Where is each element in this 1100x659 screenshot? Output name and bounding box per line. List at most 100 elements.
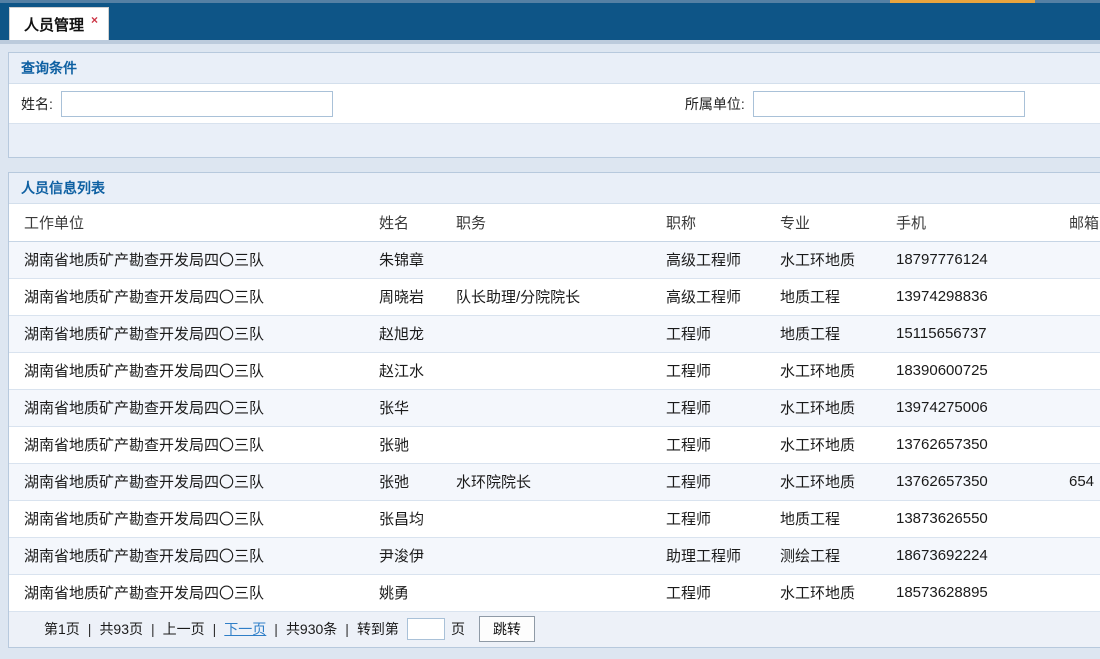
- table-cell: 姚勇: [379, 574, 456, 611]
- table-cell: 18573628895: [896, 574, 1069, 611]
- total-pages-label: 共93页: [99, 619, 143, 639]
- orange-accent-strip: [890, 0, 1035, 3]
- table-cell: 水环院院长: [456, 463, 666, 500]
- column-header: 工作单位: [9, 204, 379, 241]
- table-cell: [456, 574, 666, 611]
- table-cell: 高级工程师: [666, 278, 780, 315]
- table-cell: 水工环地质: [780, 352, 896, 389]
- table-row[interactable]: 湖南省地质矿产勘查开发局四〇三队赵旭龙 工程师地质工程15115656737: [9, 315, 1100, 352]
- tab-personnel-management[interactable]: 人员管理 ×: [9, 7, 109, 40]
- table-cell: [456, 352, 666, 389]
- table-cell: 周晓岩: [379, 278, 456, 315]
- unit-field-label: 所属单位:: [685, 94, 745, 114]
- table-cell: 赵江水: [379, 352, 456, 389]
- table-cell: 水工环地质: [780, 241, 896, 278]
- table-row[interactable]: 湖南省地质矿产勘查开发局四〇三队尹浚伊 助理工程师测绘工程18673692224: [9, 537, 1100, 574]
- table-cell: 水工环地质: [780, 463, 896, 500]
- table-cell: 湖南省地质矿产勘查开发局四〇三队: [9, 389, 379, 426]
- table-cell: 13974298836: [896, 278, 1069, 315]
- table-cell: 工程师: [666, 426, 780, 463]
- query-panel-header: 查询条件: [9, 53, 1100, 84]
- table-cell: 湖南省地质矿产勘查开发局四〇三队: [9, 352, 379, 389]
- table-row[interactable]: 湖南省地质矿产勘查开发局四〇三队姚勇 工程师水工环地质18573628895: [9, 574, 1100, 611]
- table-cell: 18673692224: [896, 537, 1069, 574]
- query-fields-row: 姓名: 所属单位:: [9, 84, 1100, 124]
- separator: |: [151, 621, 155, 637]
- table-cell: 湖南省地质矿产勘查开发局四〇三队: [9, 537, 379, 574]
- table-cell: 水工环地质: [780, 389, 896, 426]
- table-cell: [456, 315, 666, 352]
- column-header: 手机: [896, 204, 1069, 241]
- table-cell: 水工环地质: [780, 426, 896, 463]
- table-cell: 测绘工程: [780, 537, 896, 574]
- table-cell: 队长助理/分院院长: [456, 278, 666, 315]
- table-cell: 水工环地质: [780, 574, 896, 611]
- panel-spacer: [8, 158, 1100, 172]
- table-row[interactable]: 湖南省地质矿产勘查开发局四〇三队周晓岩队长助理/分院院长高级工程师地质工程139…: [9, 278, 1100, 315]
- table-cell: [456, 537, 666, 574]
- table-cell: 尹浚伊: [379, 537, 456, 574]
- table-cell: [456, 389, 666, 426]
- prev-page-button[interactable]: 上一页: [163, 619, 205, 639]
- table-cell: 13762657350: [896, 426, 1069, 463]
- goto-prefix-label: 转到第: [357, 619, 399, 639]
- table-cell: 13974275006: [896, 389, 1069, 426]
- column-header: 专业: [780, 204, 896, 241]
- personnel-table: 工作单位姓名职务职称专业手机邮箱 湖南省地质矿产勘查开发局四〇三队朱锦章高级工程…: [9, 204, 1100, 612]
- next-page-link[interactable]: 下一页: [224, 619, 266, 639]
- table-cell: 地质工程: [780, 278, 896, 315]
- table-cell: [1069, 278, 1100, 315]
- table-row[interactable]: 湖南省地质矿产勘查开发局四〇三队张弛水环院院长工程师水工环地质137626573…: [9, 463, 1100, 500]
- table-cell: 湖南省地质矿产勘查开发局四〇三队: [9, 241, 379, 278]
- table-cell: 工程师: [666, 315, 780, 352]
- pagination-bar: 第1页 | 共93页 | 上一页 | 下一页 | 共930条 | 转到第 页 跳…: [9, 612, 1100, 647]
- name-field-label: 姓名:: [21, 94, 53, 114]
- table-cell: 张弛: [379, 463, 456, 500]
- table-cell: 湖南省地质矿产勘查开发局四〇三队: [9, 574, 379, 611]
- table-row[interactable]: 湖南省地质矿产勘查开发局四〇三队张华工程师水工环地质13974275006: [9, 389, 1100, 426]
- table-cell: 赵旭龙: [379, 315, 456, 352]
- table-cell: 工程师: [666, 389, 780, 426]
- separator: |: [274, 621, 278, 637]
- table-cell: [1069, 500, 1100, 537]
- table-cell: [1069, 241, 1100, 278]
- table-cell: 工程师: [666, 352, 780, 389]
- column-header: 姓名: [379, 204, 456, 241]
- table-cell: 15115656737: [896, 315, 1069, 352]
- table-cell: [456, 500, 666, 537]
- query-panel-footer: [9, 124, 1100, 157]
- table-cell: 654: [1069, 463, 1100, 500]
- separator: |: [345, 621, 349, 637]
- tab-close-icon[interactable]: ×: [91, 13, 98, 27]
- table-cell: 湖南省地质矿产勘查开发局四〇三队: [9, 315, 379, 352]
- list-panel: 人员信息列表 工作单位姓名职务职称专业手机邮箱 湖南省地质矿产勘查开发局四〇三队…: [8, 172, 1100, 648]
- table-cell: 地质工程: [780, 315, 896, 352]
- table-row[interactable]: 湖南省地质矿产勘查开发局四〇三队张驰 工程师水工环地质13762657350: [9, 426, 1100, 463]
- jump-button[interactable]: 跳转: [479, 616, 535, 642]
- separator: |: [88, 621, 92, 637]
- table-cell: 18390600725: [896, 352, 1069, 389]
- table-cell: 地质工程: [780, 500, 896, 537]
- table-cell: [1069, 315, 1100, 352]
- goto-page-input[interactable]: [407, 618, 445, 640]
- unit-input[interactable]: [753, 91, 1025, 117]
- table-cell: 13762657350: [896, 463, 1069, 500]
- table-cell: 朱锦章: [379, 241, 456, 278]
- query-panel: 查询条件 姓名: 所属单位:: [8, 52, 1100, 158]
- separator: |: [213, 621, 217, 637]
- table-cell: 13873626550: [896, 500, 1069, 537]
- table-cell: 助理工程师: [666, 537, 780, 574]
- table-cell: [1069, 537, 1100, 574]
- table-row[interactable]: 湖南省地质矿产勘查开发局四〇三队朱锦章高级工程师水工环地质18797776124: [9, 241, 1100, 278]
- table-cell: 张驰: [379, 426, 456, 463]
- name-input[interactable]: [61, 91, 333, 117]
- list-panel-title: 人员信息列表: [21, 178, 105, 198]
- table-cell: [1069, 426, 1100, 463]
- table-cell: 湖南省地质矿产勘查开发局四〇三队: [9, 426, 379, 463]
- table-row[interactable]: 湖南省地质矿产勘查开发局四〇三队张昌均工程师地质工程13873626550: [9, 500, 1100, 537]
- content-area: 查询条件 姓名: 所属单位: 人员信息列表 工作单位姓名职务职称专业手机邮箱 湖…: [0, 44, 1100, 648]
- goto-suffix-label: 页: [451, 619, 465, 639]
- table-row[interactable]: 湖南省地质矿产勘查开发局四〇三队赵江水 工程师水工环地质18390600725: [9, 352, 1100, 389]
- table-cell: 18797776124: [896, 241, 1069, 278]
- table-cell: 工程师: [666, 574, 780, 611]
